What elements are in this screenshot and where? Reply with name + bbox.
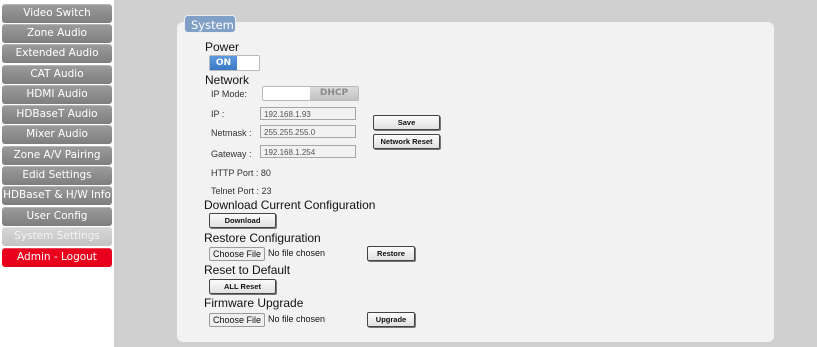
http-port-text: HTTP Port : 80 (211, 168, 271, 178)
sidebar-item-hdmi-audio[interactable]: HDMI Audio (2, 85, 112, 104)
ip-mode-toggle[interactable]: DHCP (262, 86, 359, 101)
sidebar-nav: Video Switch Zone Audio Extended Audio C… (0, 0, 114, 347)
sidebar-item-hdbaset-audio[interactable]: HDBaseT Audio (2, 105, 112, 124)
logout-button[interactable]: Admin - Logout (2, 248, 112, 267)
sidebar-item-mixer-audio[interactable]: Mixer Audio (2, 125, 112, 144)
telnet-port-text: Telnet Port : 23 (211, 186, 272, 196)
restore-file-status: No file chosen (268, 248, 326, 258)
power-toggle[interactable]: ON (209, 55, 260, 71)
gateway-label: Gateway : (211, 149, 252, 159)
all-reset-button[interactable]: ALL Reset (209, 279, 276, 294)
network-reset-button[interactable]: Network Reset (373, 134, 440, 149)
download-heading: Download Current Configuration (204, 198, 376, 212)
ip-mode-label: IP Mode: (211, 89, 247, 99)
save-button[interactable]: Save (373, 115, 440, 130)
download-button[interactable]: Download (209, 213, 276, 228)
netmask-field[interactable]: 255.255.255.0 (260, 125, 356, 138)
sidebar-item-extended-audio[interactable]: Extended Audio (2, 44, 112, 63)
restore-button[interactable]: Restore (367, 246, 415, 261)
panel-title: System (184, 15, 236, 33)
sidebar-item-cat-audio[interactable]: CAT Audio (2, 65, 112, 84)
power-heading: Power (205, 40, 240, 54)
sidebar-item-zone-av-pairing[interactable]: Zone A/V Pairing (2, 146, 112, 165)
restore-heading: Restore Configuration (204, 231, 321, 245)
firmware-choose-file-button[interactable]: Choose File (209, 313, 265, 327)
sidebar-item-hdbaset-hw-info[interactable]: HDBaseT & H/W Info (2, 186, 112, 205)
sidebar-item-user-config[interactable]: User Config (2, 207, 112, 226)
system-panel (177, 22, 774, 342)
ip-field[interactable]: 192.168.1.93 (260, 107, 356, 120)
network-heading: Network (205, 73, 250, 87)
firmware-file-status: No file chosen (268, 314, 326, 324)
sidebar-item-edid-settings[interactable]: Edid Settings (2, 166, 112, 185)
restore-choose-file-button[interactable]: Choose File (209, 247, 265, 261)
gateway-field[interactable]: 192.168.1.254 (260, 145, 356, 158)
power-toggle-label: ON (210, 56, 237, 70)
sidebar-item-zone-audio[interactable]: Zone Audio (2, 24, 112, 43)
netmask-label: Netmask : (211, 128, 252, 138)
upgrade-button[interactable]: Upgrade (367, 312, 415, 327)
reset-heading: Reset to Default (204, 263, 291, 277)
ip-mode-value: DHCP (310, 87, 358, 100)
firmware-heading: Firmware Upgrade (204, 296, 304, 310)
ip-label: IP : (211, 109, 225, 119)
sidebar-item-video-switch[interactable]: Video Switch (2, 4, 112, 23)
sidebar-item-system-settings[interactable]: System Settings (2, 227, 112, 246)
